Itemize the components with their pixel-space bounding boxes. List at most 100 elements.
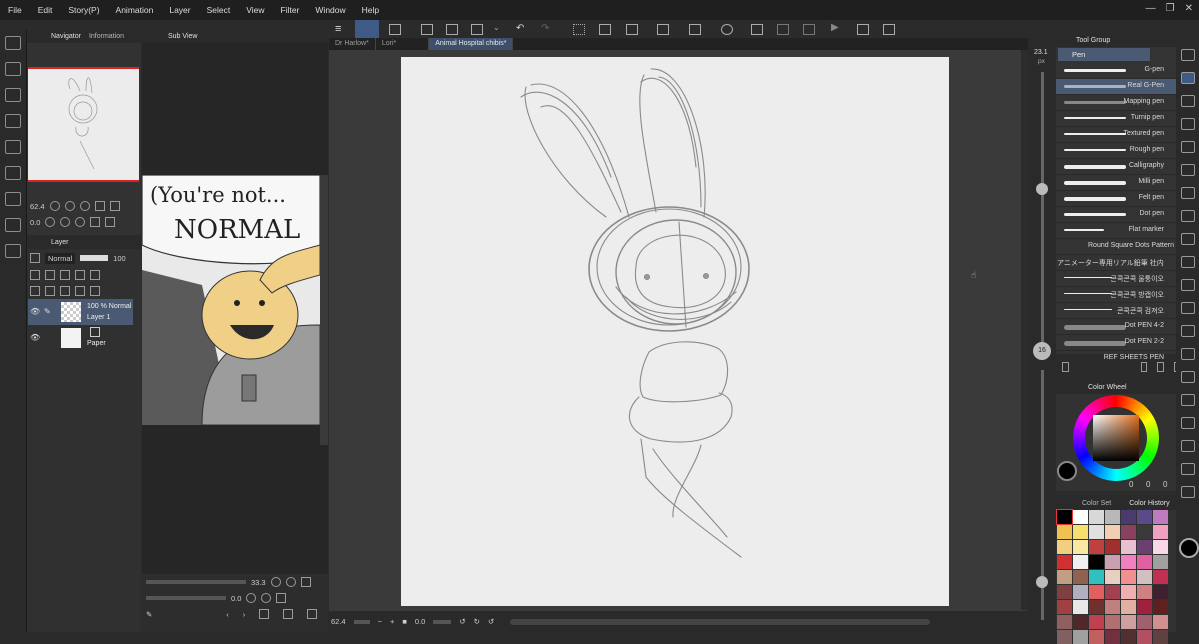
status-zoom-in-icon[interactable]: + <box>390 617 394 626</box>
color-swatch[interactable] <box>1057 525 1072 539</box>
fit-window-icon[interactable] <box>94 201 105 211</box>
eyedropper-tool-icon[interactable] <box>1180 486 1195 498</box>
brush-size-slider-thumb[interactable] <box>1036 183 1048 195</box>
status-rotate-left-icon[interactable]: ↺ <box>459 617 465 626</box>
visibility-eye-icon[interactable]: 👁 <box>30 307 40 316</box>
brush-item[interactable]: Rough pen <box>1056 143 1176 159</box>
brush-item[interactable]: Milli pen <box>1056 175 1176 191</box>
color-swatch[interactable] <box>1153 585 1168 599</box>
balloon-tool-icon[interactable] <box>1180 394 1195 406</box>
rotate-left-icon[interactable] <box>45 217 56 227</box>
play-icon[interactable]: ▶ <box>831 22 839 33</box>
status-rotate-right-icon[interactable]: ↻ <box>474 617 480 626</box>
brush-item[interactable]: Flat marker <box>1056 223 1176 239</box>
dropdown-chevron-icon[interactable]: ⌄ <box>493 23 500 32</box>
zoom-fit-icon[interactable] <box>79 201 90 211</box>
panel-toggle-icon[interactable] <box>5 36 21 50</box>
figure-tool-icon[interactable] <box>1180 348 1195 360</box>
saturation-value-square[interactable] <box>1093 415 1139 461</box>
rotate-right-icon[interactable] <box>261 593 272 603</box>
layer-row-layer-1[interactable]: 👁 ✎ 100 % Normal Layer 1 <box>28 299 133 325</box>
color-swatch[interactable] <box>1089 600 1104 614</box>
clip-layer-icon[interactable] <box>45 270 55 280</box>
color-swatch[interactable] <box>1057 585 1072 599</box>
zoom-in-icon[interactable] <box>64 201 75 211</box>
move-tool-icon[interactable] <box>1180 463 1195 475</box>
color-swatch[interactable] <box>1121 540 1136 554</box>
brush-item[interactable]: Mapping pen <box>1056 95 1176 111</box>
color-swatch[interactable] <box>1073 600 1088 614</box>
color-swatch[interactable] <box>1089 525 1104 539</box>
flip-horizontal-icon[interactable] <box>90 217 101 227</box>
color-swatch[interactable] <box>1089 570 1104 584</box>
zoom-in-icon[interactable] <box>285 577 296 587</box>
color-swatch[interactable] <box>1105 540 1120 554</box>
color-swatch[interactable] <box>1057 615 1072 629</box>
navigator-preview[interactable] <box>28 67 139 182</box>
color-swatch[interactable] <box>1137 555 1152 569</box>
zoom-out-icon[interactable] <box>49 201 60 211</box>
color-swatch[interactable] <box>1105 585 1120 599</box>
menu-file[interactable]: File <box>0 5 30 15</box>
zoom-out-icon[interactable] <box>270 577 281 587</box>
duplicate-subtool-icon[interactable] <box>1157 362 1164 372</box>
menu-view[interactable]: View <box>238 5 272 15</box>
reset-rotation-icon[interactable] <box>75 217 86 227</box>
navigate-icon[interactable] <box>1180 49 1195 61</box>
search-layer-icon[interactable] <box>5 140 21 154</box>
subview-rotation-slider[interactable] <box>146 596 226 600</box>
color-swatch[interactable] <box>1057 600 1072 614</box>
mask-icon[interactable] <box>90 270 100 280</box>
tab-navigator[interactable]: Navigator <box>47 33 85 40</box>
color-swatch[interactable] <box>1137 585 1152 599</box>
sub-tool-pen[interactable]: Pen <box>1058 48 1150 61</box>
color-swatch[interactable] <box>1105 555 1120 569</box>
maximize-icon[interactable]: ❐ <box>1166 3 1175 14</box>
new-vector-layer-icon[interactable] <box>45 286 55 296</box>
color-swatch[interactable] <box>1105 525 1120 539</box>
color-swatch[interactable] <box>1105 615 1120 629</box>
tab-color-history[interactable]: Color History <box>1125 500 1173 507</box>
history-icon[interactable] <box>5 166 21 180</box>
color-swatch[interactable] <box>1073 630 1088 644</box>
info-icon[interactable] <box>5 62 21 76</box>
tab-color-set[interactable]: Color Set <box>1078 500 1115 507</box>
doc-tab-animal-hospital[interactable]: Animal Hospital chibis* <box>429 38 514 50</box>
reference-layer-icon[interactable] <box>75 270 85 280</box>
status-rotation-slider[interactable] <box>433 619 452 624</box>
color-swatch[interactable] <box>1121 525 1136 539</box>
color-swatch[interactable] <box>1089 540 1104 554</box>
color-swatch[interactable] <box>1153 630 1168 644</box>
rotate-left-icon[interactable] <box>246 593 257 603</box>
rotate-right-icon[interactable] <box>60 217 71 227</box>
tab-layer[interactable]: Layer <box>47 239 73 246</box>
color-swatch[interactable] <box>1073 615 1088 629</box>
fit-icon[interactable] <box>300 577 311 587</box>
visibility-eye-icon[interactable]: 👁 <box>30 333 40 342</box>
color-swatch[interactable] <box>1137 510 1152 524</box>
subview-zoom-slider[interactable] <box>146 580 246 584</box>
brush-item[interactable]: 콘콕콘콕 방캡이오 <box>1056 287 1176 303</box>
brush-item[interactable]: Dot pen <box>1056 207 1176 223</box>
pencil-tool-icon[interactable] <box>1180 95 1195 107</box>
menu-animation[interactable]: Animation <box>108 5 162 15</box>
next-image-icon[interactable]: › <box>243 610 246 619</box>
tab-information[interactable]: Information <box>85 33 128 40</box>
menu-window[interactable]: Window <box>307 5 353 15</box>
gradient-tool-icon[interactable] <box>1180 325 1195 337</box>
blend-mode-select[interactable]: Normal <box>45 252 76 264</box>
airbrush-tool-icon[interactable] <box>1180 164 1195 176</box>
color-swatch[interactable] <box>1137 525 1152 539</box>
brush-tool-icon[interactable] <box>1180 118 1195 130</box>
tab-color-wheel[interactable]: Color Wheel <box>1084 384 1131 391</box>
clear-image-icon[interactable] <box>283 609 294 619</box>
color-swatch[interactable] <box>1153 510 1168 524</box>
color-swatch[interactable] <box>1073 585 1088 599</box>
menu-help[interactable]: Help <box>354 5 387 15</box>
select-all-icon[interactable] <box>573 24 585 35</box>
brush-item[interactable]: Real G-Pen <box>1056 79 1176 95</box>
menu-story[interactable]: Story(P) <box>60 5 107 15</box>
color-swatch[interactable] <box>1073 510 1088 524</box>
color-swatch[interactable] <box>1057 570 1072 584</box>
color-swatch[interactable] <box>1153 615 1168 629</box>
